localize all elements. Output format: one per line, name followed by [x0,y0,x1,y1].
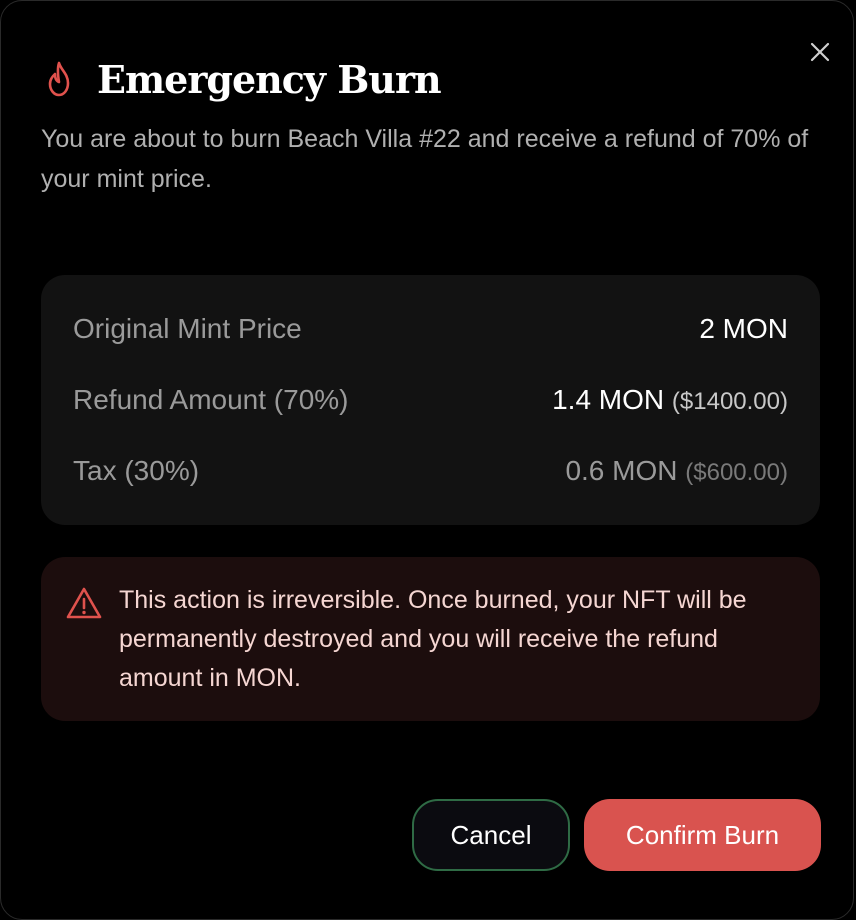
summary-label: Tax (30%) [73,455,200,486]
warning-triangle-icon [66,587,102,619]
dialog-header: Emergency Burn [41,51,442,107]
burn-summary-panel: Original Mint Price 2 MON Refund Amount … [41,275,820,525]
close-button[interactable] [805,37,835,67]
summary-row-refund-amount: Refund Amount (70%) 1.4 MON ($1400.00) [73,380,788,420]
summary-label: Refund Amount (70%) [73,384,349,415]
dialog-subtitle: You are about to burn Beach Villa #22 an… [41,125,809,193]
usd-value: ($1400.00) [671,388,788,415]
flame-icon [48,61,70,97]
warning-text: This action is irreversible. Once burned… [119,586,747,692]
summary-row-tax: Tax (30%) 0.6 MON ($600.00) [73,451,788,491]
summary-row-mint-price: Original Mint Price 2 MON [73,309,788,349]
summary-value: 0.6 MON ($600.00) [565,455,788,486]
cancel-button[interactable]: Cancel [412,799,570,871]
usd-value: ($600.00) [685,459,788,486]
confirm-burn-button[interactable]: Confirm Burn [584,799,821,871]
summary-value: 1.4 MON ($1400.00) [552,384,788,415]
irreversible-warning: This action is irreversible. Once burned… [41,557,820,721]
dialog-title: Emergency Burn [97,56,442,102]
emergency-burn-dialog: Emergency Burn You are about to burn Bea… [0,0,854,920]
summary-value: 2 MON [699,313,788,344]
close-icon [810,42,830,62]
summary-label: Original Mint Price [73,313,302,344]
